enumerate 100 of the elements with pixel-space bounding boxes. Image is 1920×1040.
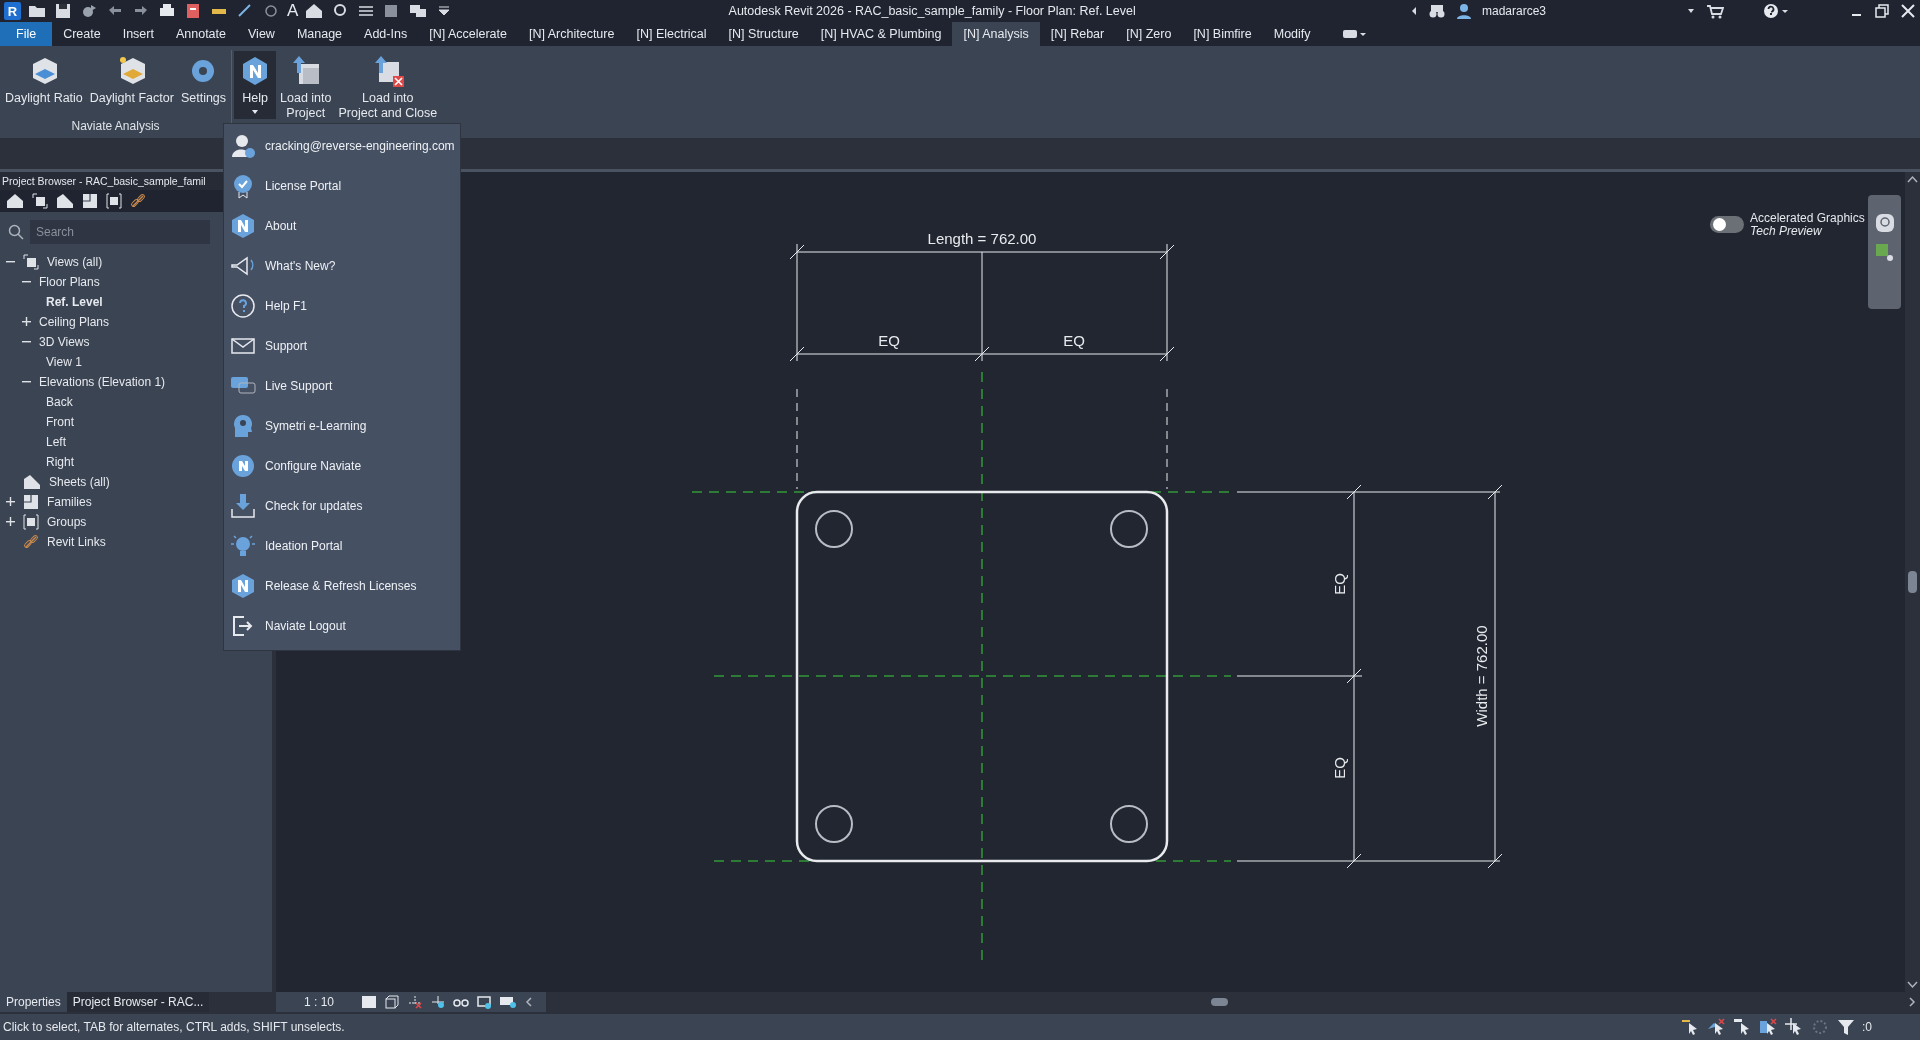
search-field[interactable]: Search (30, 219, 210, 244)
browser-home-icon[interactable] (6, 192, 24, 209)
dimension-text: EQ (878, 331, 900, 349)
tree-item[interactable]: Sheets (all) (49, 474, 110, 489)
face-select-icon[interactable] (1758, 1016, 1778, 1037)
ribbon-tab[interactable]: View (237, 22, 286, 47)
crop-view-icon[interactable] (476, 994, 493, 1009)
ribbon-button[interactable]: Daylight Ratio (2, 51, 86, 110)
menu-item[interactable]: About (224, 206, 460, 246)
tree-item[interactable]: Left (46, 434, 66, 449)
ribbon-button[interactable]: Help (234, 51, 277, 120)
visual-style-icon[interactable] (384, 994, 401, 1009)
panel-tab[interactable]: Project Browser - RAC... (66, 991, 210, 1012)
expand-icon[interactable] (6, 497, 15, 507)
tree-item[interactable]: Right (46, 454, 74, 469)
ribbon-tab[interactable]: Add-Ins (353, 22, 419, 47)
ribbon-tab[interactable]: Create (52, 22, 112, 47)
ribbon-tab[interactable]: [N] Structure (717, 22, 810, 47)
ribbon-button[interactable]: Load into Project (277, 51, 335, 125)
scroll-thumb[interactable] (1211, 997, 1228, 1006)
lightbulb-icon (230, 533, 256, 559)
tree-item[interactable]: Elevations (Elevation 1) (39, 374, 166, 389)
dimension-text: Length = 762.00 (927, 229, 1037, 247)
ribbon-tab[interactable]: [N] Electrical (625, 22, 718, 47)
menu-item[interactable]: Check for updates (224, 486, 460, 526)
user-name[interactable]: madararce3 (1481, 4, 1546, 19)
app-logo[interactable]: R (4, 2, 21, 21)
family-filter-icon[interactable] (82, 192, 98, 209)
menu-item[interactable]: Naviate Logout (224, 606, 460, 646)
window-title: Autodesk Revit 2026 - RAC_basic_sample_family - Floor Plan: Ref. Level (727, 4, 1137, 19)
tree-item[interactable]: View 1 (46, 354, 82, 369)
expand-icon[interactable] (22, 317, 31, 327)
scroll-left-icon[interactable] (524, 994, 535, 1009)
filter-count: :0 (1862, 1019, 1872, 1034)
tree-item[interactable]: Ceiling Plans (39, 314, 110, 329)
families-icon (23, 493, 39, 510)
menu-item[interactable]: Ideation Portal (224, 526, 460, 566)
ribbon-tab[interactable]: File (0, 22, 53, 47)
tree-item[interactable]: Revit Links (47, 534, 106, 549)
menu-item[interactable]: cracking@reverse-engineering.com (224, 126, 460, 166)
menu-item[interactable]: Symetri e-Learning (224, 406, 460, 446)
ribbon-tab[interactable]: [N] Architecture (518, 22, 626, 47)
ribbon-tab[interactable]: Manage (285, 22, 354, 47)
naviate-hexagon-icon (230, 213, 256, 239)
tree-item[interactable]: Floor Plans (39, 274, 100, 289)
ribbon-tab[interactable]: [N] Bimfire (1182, 22, 1263, 47)
panel-tab[interactable]: Properties (0, 991, 67, 1012)
tree-item[interactable]: Families (47, 494, 92, 509)
expand-icon[interactable] (6, 517, 15, 527)
user-icon (230, 133, 256, 159)
group-filter-icon[interactable] (106, 192, 122, 209)
bolt-hole (1110, 804, 1148, 843)
shadows-icon[interactable] (430, 994, 447, 1009)
ribbon-tab[interactable]: [N] Rebar (1039, 22, 1116, 47)
ribbon-tab[interactable]: [N] HVAC & Plumbing (809, 22, 953, 47)
tree-item[interactable]: Groups (47, 514, 87, 529)
detail-level-icon[interactable] (361, 994, 378, 1009)
ribbon-tab[interactable]: Modify (1262, 22, 1322, 47)
user-icon[interactable] (1455, 1, 1472, 22)
ribbon-button[interactable]: Load into Project and Close (335, 51, 441, 125)
tree-item[interactable]: Front (46, 414, 74, 429)
ribbon-button[interactable]: Settings (177, 51, 230, 110)
menu-item[interactable]: Live Support (224, 366, 460, 406)
toggle-sublabel: Tech Preview (1750, 224, 1822, 238)
tree-item[interactable]: 3D Views (39, 334, 90, 349)
tree-item[interactable]: Views (all) (47, 254, 103, 269)
link-filter-icon[interactable] (130, 192, 146, 209)
text-tool-icon[interactable]: A (287, 1, 299, 22)
tree-item[interactable]: Ref. Level (46, 294, 103, 309)
ribbon-tab[interactable]: [N] Accelerate (418, 22, 518, 47)
bolt-hole (1110, 509, 1148, 548)
menu-item[interactable]: What's New? (224, 246, 460, 286)
ribbon-tab[interactable]: Insert (111, 22, 165, 47)
view-scale[interactable]: 1 : 10 (304, 994, 335, 1009)
bolt-hole (815, 804, 853, 843)
sheet-filter-icon[interactable] (56, 192, 74, 209)
menu-item[interactable]: Configure Naviate (224, 446, 460, 486)
ribbon-tab[interactable]: [N] Zero (1115, 22, 1183, 47)
menu-item[interactable]: Support (224, 326, 460, 366)
menu-item[interactable]: License Portal (224, 166, 460, 206)
naviate-gear-icon (230, 453, 256, 479)
toggle-label: Accelerated Graphics (1750, 211, 1865, 225)
menu-item[interactable]: Help F1 (224, 286, 460, 326)
groups-icon (23, 513, 39, 530)
dimension-text: EQ (1063, 331, 1085, 349)
scroll-thumb-icon[interactable] (1908, 570, 1917, 593)
underlay-select-icon[interactable] (1706, 1016, 1726, 1037)
toggle-switch[interactable] (1710, 216, 1744, 234)
naviate-hexagon-icon (230, 573, 256, 599)
ribbon-button[interactable]: Daylight Factor (86, 51, 177, 110)
ribbon-tab[interactable]: Annotate (164, 22, 237, 47)
zoom-region-icon[interactable] (1874, 242, 1895, 263)
menu-item[interactable]: Release & Refresh Licenses (224, 566, 460, 606)
ribbon-tab[interactable]: [N] Analysis (952, 22, 1040, 47)
steering-wheel-icon[interactable] (1874, 212, 1895, 235)
download-tray-icon (230, 493, 256, 519)
view-filter-icon[interactable] (32, 192, 48, 209)
show-crop-icon[interactable] (499, 994, 518, 1009)
sun-path-off-icon[interactable] (407, 994, 424, 1009)
tree-item[interactable]: Back (46, 394, 73, 409)
